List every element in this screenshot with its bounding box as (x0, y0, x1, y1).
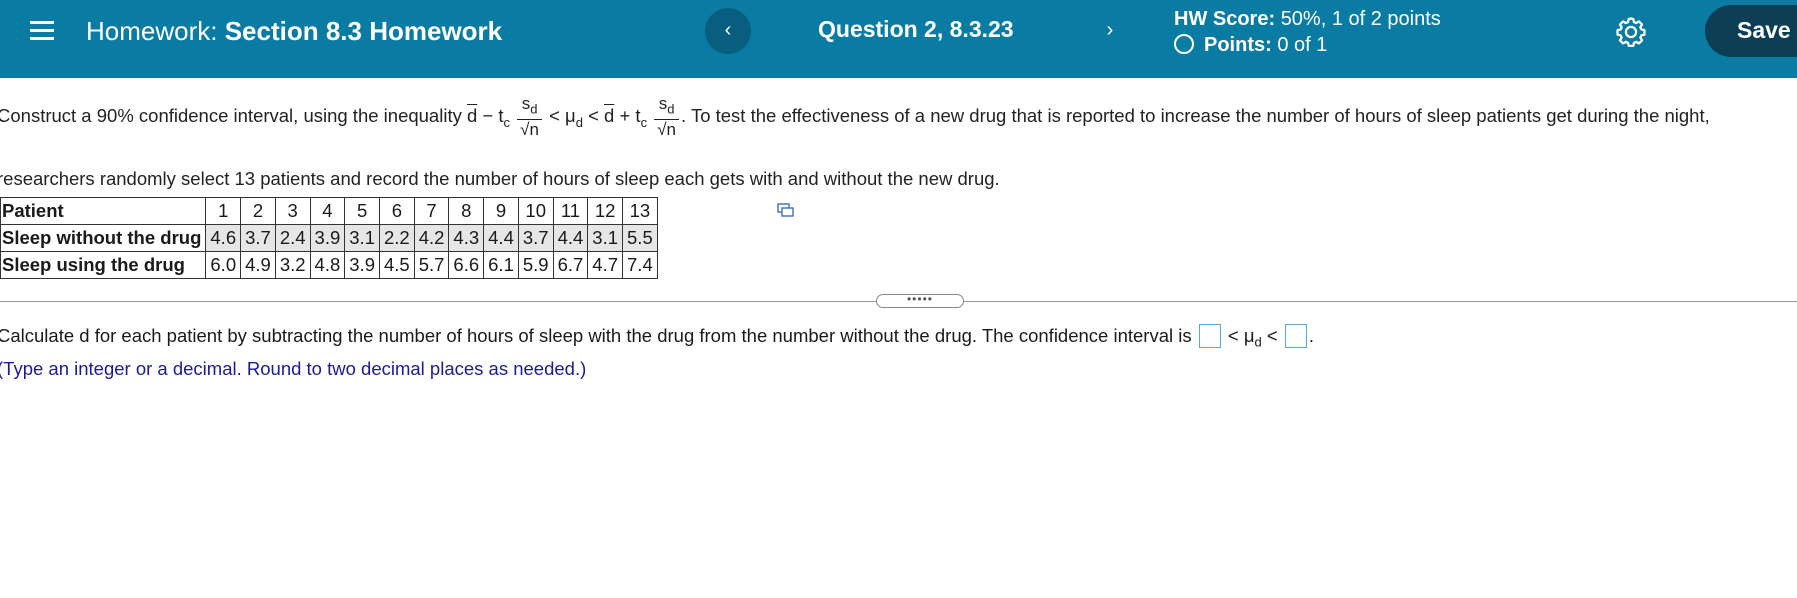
points-circle-icon (1174, 34, 1194, 54)
table-cell: 4.4 (552, 224, 589, 252)
table-cell: 3.1 (344, 224, 380, 252)
gear-icon[interactable] (1614, 15, 1648, 49)
c-sub: c (503, 114, 511, 130)
homework-title: Homework: Section 8.3 Homework (86, 16, 502, 47)
copy-table-icon[interactable] (777, 203, 794, 217)
mu-sub: d (575, 114, 583, 130)
answer-prompt: Calculate d for each patient by subtract… (0, 325, 1192, 346)
table-cell: 11 (552, 197, 589, 225)
plus-t: + t (614, 105, 641, 127)
table-cell: 5.7 (413, 251, 450, 279)
points-value: 0 of 1 (1277, 34, 1328, 56)
table-cell: 4.5 (378, 251, 415, 279)
d-bar: d (466, 105, 478, 127)
table-cell: 5.9 (517, 251, 554, 279)
table-cell: 4.7 (587, 251, 624, 279)
table-cell: 4.8 (309, 251, 346, 279)
previous-question-button[interactable]: ‹ (705, 8, 751, 54)
c-sub-2: c (640, 114, 648, 130)
table-cell: 4.9 (240, 251, 276, 279)
sqrt-n: √n (517, 119, 542, 140)
table-cell: 3 (274, 197, 311, 225)
table-row: Sleep without the drug 4.6 3.7 2.4 3.9 3… (0, 224, 658, 252)
mu-sub-answer: d (1254, 334, 1262, 350)
table-cell: 6.1 (483, 251, 519, 279)
sd-sub: d (530, 101, 538, 117)
sd-letter: s (521, 94, 531, 113)
table-cell: 7.4 (622, 251, 658, 279)
table-cell: 3.2 (274, 251, 311, 279)
table-cell: 8 (448, 197, 485, 225)
intro-text: Construct a 90% confidence interval, usi… (0, 105, 462, 127)
table-cell: 2.2 (378, 224, 415, 252)
table-cell: 4.3 (448, 224, 485, 252)
table-cell: 6 (378, 197, 415, 225)
lt2: < (582, 105, 605, 127)
table-row: Sleep using the drug 6.0 4.9 3.2 4.8 3.9… (0, 251, 658, 279)
table-cell: Sleep using the drug (0, 251, 207, 279)
minus-t: − t (477, 105, 504, 127)
problem-statement: Construct a 90% confidence interval, usi… (0, 94, 1710, 140)
resize-splitter[interactable]: ••••• (876, 293, 964, 308)
table-cell: 3.7 (517, 224, 554, 252)
points-label: Points: (1204, 34, 1272, 56)
top-bar: Homework: Section 8.3 Homework ‹ Questio… (0, 0, 1797, 78)
next-question-button[interactable]: › (1087, 8, 1133, 54)
lt-mu: < μ (549, 105, 576, 127)
sd-sub-2: d (667, 101, 675, 117)
table-cell: 6.7 (552, 251, 589, 279)
answer-line: Calculate d for each patient by subtract… (0, 324, 1314, 350)
table-cell: 5 (344, 197, 380, 225)
answer-hint: (Type an integer or a decimal. Round to … (0, 358, 587, 379)
table-header-row: Patient 1 2 3 4 5 6 7 8 9 10 11 12 13 (0, 197, 658, 225)
table-cell: 7 (413, 197, 450, 225)
table-cell: 1 (205, 197, 242, 225)
table-cell: 6.6 (448, 251, 485, 279)
table-cell: 10 (517, 197, 554, 225)
question-label: Question 2, 8.3.23 (818, 16, 1014, 42)
fraction-sd-over-sqrt-n: sd √n (517, 94, 542, 140)
score-value: 50%, 1 of 2 points (1280, 8, 1441, 30)
score-label: HW Score: (1174, 8, 1276, 30)
table-cell: 13 (622, 197, 658, 225)
table-cell: 6.0 (205, 251, 242, 279)
table-cell: 2 (240, 197, 276, 225)
table-cell: 3.1 (587, 224, 624, 252)
sd-letter-2: s (658, 94, 668, 113)
table-cell: 3.9 (309, 224, 346, 252)
table-cell: 5.5 (622, 224, 658, 252)
table-cell: Sleep without the drug (0, 224, 207, 252)
sleep-data-table: Patient 1 2 3 4 5 6 7 8 9 10 11 12 13 Sl… (0, 197, 658, 279)
table-cell: 4.2 (413, 224, 450, 252)
score-panel: HW Score: 50%, 1 of 2 points Points: 0 o… (1174, 6, 1441, 58)
sqrt-n-2: √n (654, 119, 679, 140)
table-cell: 4 (309, 197, 346, 225)
upper-bound-input[interactable] (1284, 324, 1307, 348)
table-cell: 3.9 (344, 251, 380, 279)
title-section: Section 8.3 Homework (224, 16, 503, 46)
answer-end: . (1308, 325, 1314, 346)
save-button[interactable]: Save (1705, 5, 1797, 57)
table-cell: 4.4 (483, 224, 519, 252)
lower-bound-input[interactable] (1198, 324, 1221, 348)
table-cell: Patient (0, 197, 207, 225)
table-cell: 12 (587, 197, 624, 225)
problem-line-2: researchers randomly select 13 patients … (0, 168, 1000, 189)
title-prefix: Homework: (86, 16, 218, 46)
mu-symbol: < μ (1222, 325, 1255, 346)
table-cell: 2.4 (274, 224, 311, 252)
d-bar-2: d (604, 105, 615, 127)
table-cell: 3.7 (240, 224, 276, 252)
after-text: . To test the effectiveness of a new dru… (681, 105, 1710, 127)
fraction-sd-over-sqrt-n-2: sd √n (654, 94, 679, 140)
table-cell: 9 (483, 197, 519, 225)
hamburger-icon[interactable] (30, 18, 54, 40)
table-cell: 4.6 (205, 224, 242, 252)
lt-symbol: < (1261, 325, 1283, 346)
